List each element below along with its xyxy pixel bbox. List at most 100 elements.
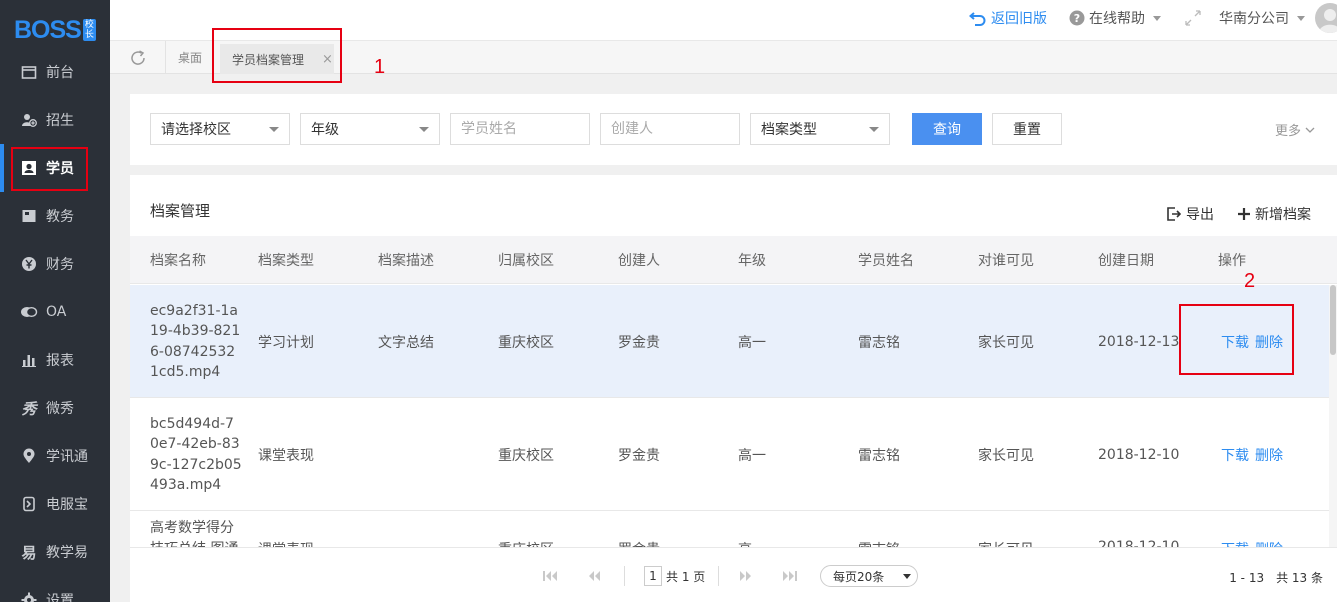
export-icon xyxy=(1167,207,1181,221)
sidebar-item-label: OA xyxy=(46,304,67,320)
reset-button[interactable]: 重置 xyxy=(992,113,1062,145)
query-button[interactable]: 查询 xyxy=(912,113,982,145)
delete-link[interactable]: 删除 xyxy=(1255,445,1283,465)
sidebar-item-label: 教务 xyxy=(46,209,74,225)
table-row[interactable]: 高考数学得分技巧总结.图通 课堂表现 重庆校区 罗金贵 高一 雷志铭 家长可见 … xyxy=(130,511,1337,547)
sidebar-item-label: 招生 xyxy=(46,113,74,129)
sidebar-item-reports[interactable]: 报表 xyxy=(0,336,110,384)
sidebar-item-label: 设置 xyxy=(46,593,74,602)
sidebar-item-jiaoxueyi[interactable]: 易 教学易 xyxy=(0,528,110,576)
first-page-button[interactable] xyxy=(538,566,562,586)
student-name-input[interactable] xyxy=(450,113,590,145)
sidebar-item-oa[interactable]: OA xyxy=(0,288,110,336)
sidebar-item-academic[interactable]: 教务 xyxy=(0,192,110,240)
creator-input[interactable] xyxy=(600,113,740,145)
close-icon[interactable]: × xyxy=(322,52,333,67)
location-icon xyxy=(20,447,38,465)
sidebar-item-settings[interactable]: 设置 xyxy=(0,576,110,602)
column-header: 档案名称 xyxy=(150,253,206,269)
archive-type-select[interactable]: 档案类型 xyxy=(750,113,890,145)
first-page-icon xyxy=(542,570,558,582)
sidebar-item-xuexuntong[interactable]: 学讯通 xyxy=(0,432,110,480)
sidebar-item-enrollment[interactable]: 招生 xyxy=(0,96,110,144)
table-header: 档案名称 档案类型 档案描述 归属校区 创建人 年级 学员姓名 对谁可见 创建日… xyxy=(130,236,1337,284)
archive-student: 雷志铭 xyxy=(858,334,900,351)
book-icon xyxy=(20,207,38,225)
download-link[interactable]: 下载 xyxy=(1221,445,1249,465)
back-old-version-label: 返回旧版 xyxy=(991,11,1047,27)
table-body: ec9a2f31-1a19-4b39-8216-087425321cd5.mp4… xyxy=(130,285,1337,547)
tab-desktop[interactable]: 桌面 xyxy=(166,41,214,74)
fullscreen-icon[interactable] xyxy=(1185,10,1201,26)
download-link[interactable]: 下载 xyxy=(1221,539,1249,547)
archive-date: 2018-12-10 xyxy=(1098,446,1180,463)
add-archive-label: 新增档案 xyxy=(1255,207,1311,223)
pagination: 1 共 1 页 每页20条 1 - 13 共 13 条 xyxy=(130,547,1337,602)
table-scrollbar[interactable] xyxy=(1329,285,1337,547)
chevron-down-icon xyxy=(1153,15,1161,21)
last-page-button[interactable] xyxy=(778,566,802,586)
student-card-icon xyxy=(20,159,38,177)
table-row[interactable]: ec9a2f31-1a19-4b39-8216-087425321cd5.mp4… xyxy=(130,285,1337,398)
back-old-version-link[interactable]: 返回旧版 xyxy=(969,8,1047,28)
export-button[interactable]: 导出 xyxy=(1167,204,1214,224)
grade-select[interactable]: 年级 xyxy=(300,113,440,145)
scrollbar-thumb[interactable] xyxy=(1330,285,1336,355)
column-header: 年级 xyxy=(738,253,766,269)
chevron-down-icon xyxy=(903,574,911,579)
campus-select[interactable]: 请选择校区 xyxy=(150,113,290,145)
tab-student-archives-label: 学员档案管理 xyxy=(232,52,305,67)
online-help-label: 在线帮助 xyxy=(1089,11,1145,27)
sidebar-item-students[interactable]: 学员 xyxy=(0,144,110,192)
chevron-down-icon xyxy=(269,127,279,132)
column-header: 归属校区 xyxy=(498,253,554,269)
avatar[interactable] xyxy=(1315,3,1337,33)
delete-link[interactable]: 删除 xyxy=(1255,332,1283,352)
sidebar-item-front-desk[interactable]: 前台 xyxy=(0,48,110,96)
page-size-select[interactable]: 每页20条 xyxy=(820,565,918,587)
more-filters-toggle[interactable]: 更多 xyxy=(1275,120,1315,139)
more-filters-label: 更多 xyxy=(1274,124,1301,139)
column-header: 学员姓名 xyxy=(858,253,914,269)
archive-grade: 高一 xyxy=(738,511,766,547)
sidebar-item-label: 报表 xyxy=(46,353,74,369)
sidebar-nav: 前台 招生 学员 教务 财务 OA 报表 秀 微秀 学讯通 电服宝 易 教学易 … xyxy=(0,48,110,602)
add-archive-button[interactable]: 新增档案 xyxy=(1238,204,1311,224)
refresh-icon xyxy=(129,49,147,67)
company-switcher[interactable]: 华南分公司 xyxy=(1219,8,1305,28)
logo-badge-bottom: 长 xyxy=(84,30,94,40)
logo-text: BOSS xyxy=(14,15,82,44)
archive-name: ec9a2f31-1a19-4b39-8216-087425321cd5.mp4 xyxy=(150,302,241,381)
online-help-menu[interactable]: ? 在线帮助 xyxy=(1069,8,1201,28)
tab-student-archives[interactable]: 学员档案管理 × xyxy=(220,44,334,74)
yen-icon xyxy=(20,255,38,273)
sidebar-item-label: 学讯通 xyxy=(46,449,88,465)
logo-badge: 校 长 xyxy=(82,19,96,41)
archive-visibility: 家长可见 xyxy=(978,447,1034,464)
prev-page-button[interactable] xyxy=(582,566,606,586)
sidebar-item-weixiu[interactable]: 秀 微秀 xyxy=(0,384,110,432)
column-header: 档案类型 xyxy=(258,253,314,269)
chevron-down-icon xyxy=(419,127,429,132)
sidebar-item-label: 财务 xyxy=(46,257,74,273)
sidebar-item-dianfubao[interactable]: 电服宝 xyxy=(0,480,110,528)
download-link[interactable]: 下载 xyxy=(1221,332,1249,352)
export-label: 导出 xyxy=(1186,207,1214,223)
chevron-down-icon xyxy=(1297,15,1305,21)
bar-chart-icon xyxy=(20,351,38,369)
archive-creator: 罗金贵 xyxy=(618,447,660,464)
archive-student: 雷志铭 xyxy=(858,447,900,464)
total-pages: 共 1 页 xyxy=(666,570,706,584)
calendar-icon xyxy=(20,63,38,81)
archive-panel: 档案管理 导出 新增档案 档案名称 档案类型 档案描述 归属校区 创建人 年级 … xyxy=(130,175,1337,602)
header-actions: 返回旧版 ? 在线帮助 华南分公司 xyxy=(969,0,1337,36)
phone-icon xyxy=(20,495,38,513)
undo-icon xyxy=(969,10,987,26)
refresh-button[interactable] xyxy=(110,41,166,74)
table-row[interactable]: bc5d494d-70e7-42eb-839c-127c2b05493a.mp4… xyxy=(130,398,1337,511)
next-page-button[interactable] xyxy=(734,566,758,586)
delete-link[interactable]: 删除 xyxy=(1255,539,1283,547)
archive-grade: 高一 xyxy=(738,447,766,464)
sidebar-item-finance[interactable]: 财务 xyxy=(0,240,110,288)
page-number-input[interactable]: 1 xyxy=(644,566,662,586)
